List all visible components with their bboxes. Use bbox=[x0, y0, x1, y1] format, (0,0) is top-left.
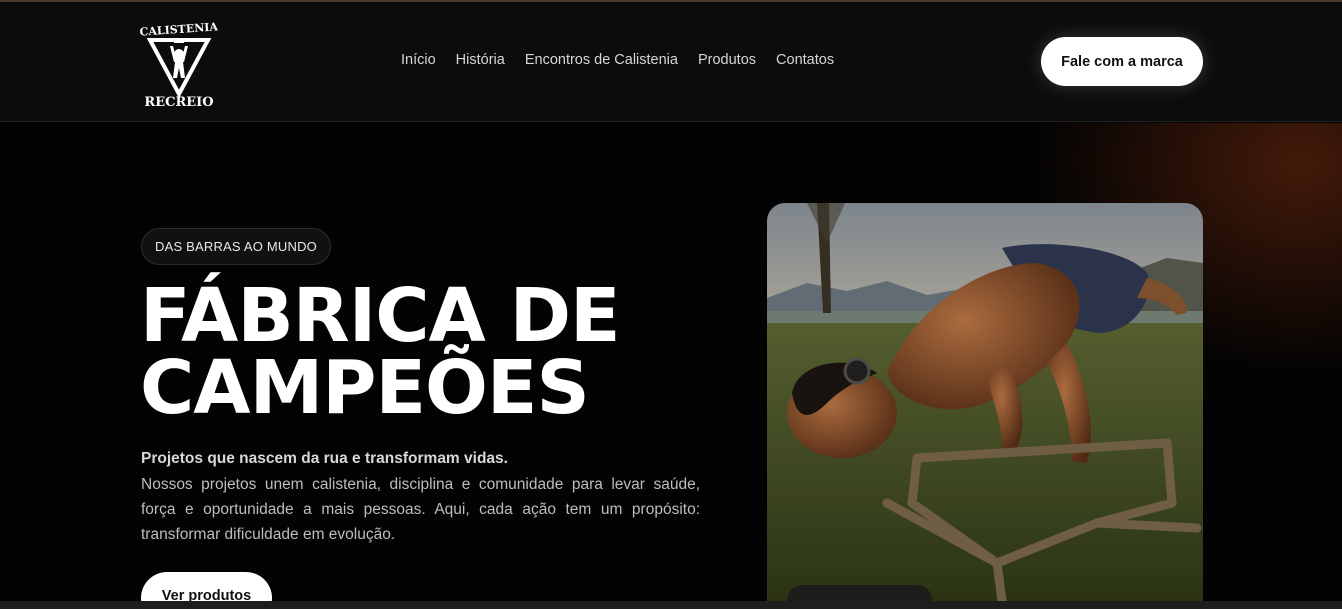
main-nav: Início História Encontros de Calistenia … bbox=[401, 52, 834, 68]
hero-badge: DAS BARRAS AO MUNDO bbox=[141, 228, 331, 265]
logo-emblem-icon: CALISTENIA RECREIO bbox=[139, 20, 219, 110]
hero-title: FÁBRICA DE CAMPEÕES bbox=[140, 273, 700, 431]
viewport-bottom-edge bbox=[0, 601, 1342, 609]
svg-text:CALISTENIA: CALISTENIA bbox=[140, 20, 218, 38]
svg-text:RECREIO: RECREIO bbox=[144, 95, 213, 110]
hero-lead: Projetos que nascem da rua e transformam… bbox=[141, 450, 508, 467]
hero-title-line-2: CAMPEÕES bbox=[140, 345, 590, 431]
hero-photo bbox=[767, 203, 1203, 601]
nav-item-historia[interactable]: História bbox=[456, 52, 505, 68]
nav-item-contatos[interactable]: Contatos bbox=[776, 52, 834, 68]
nav-item-encontros[interactable]: Encontros de Calistenia bbox=[525, 52, 678, 68]
site-header: CALISTENIA RECREIO Início História Encon… bbox=[0, 2, 1342, 122]
hero-description: Nossos projetos unem calistenia, discipl… bbox=[141, 476, 700, 543]
nav-item-produtos[interactable]: Produtos bbox=[698, 52, 756, 68]
nav-item-inicio[interactable]: Início bbox=[401, 52, 436, 68]
hero-title-line-1: FÁBRICA DE bbox=[140, 273, 621, 359]
brand-logo[interactable]: CALISTENIA RECREIO bbox=[139, 16, 219, 110]
contact-brand-button[interactable]: Fale com a marca bbox=[1041, 37, 1203, 86]
athlete-planche-image bbox=[767, 203, 1203, 601]
